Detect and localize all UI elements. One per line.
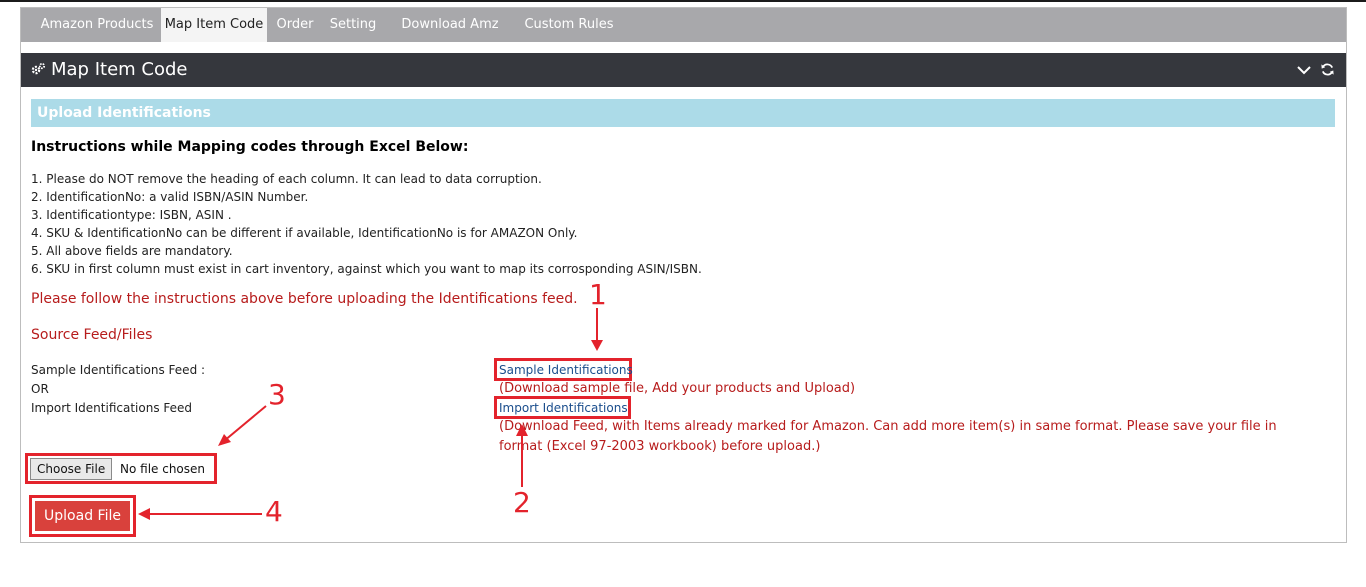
annotation-4: 4 [265,495,283,528]
instruction-item: 5. All above fields are mandatory. [31,244,233,258]
panel-title: Map Item Code [51,59,188,80]
source-title: Source Feed/Files [31,327,153,343]
tab-bar: Amazon Products Map Item Code Order Sett… [21,8,1346,66]
import-identifications-link[interactable]: Import Identifications [499,401,628,415]
or-label: OR [31,382,49,396]
panel-header: Map Item Code [21,53,1346,87]
sample-identifications-link[interactable]: Sample Identifications [499,363,633,377]
instruction-item: 4. SKU & IdentificationNo can be differe… [31,226,578,240]
refresh-icon[interactable] [1320,62,1335,77]
annotation-3: 3 [268,378,286,411]
annotation-2: 2 [513,486,531,519]
sample-feed-label: Sample Identifications Feed : [31,363,206,377]
import-note-line1: (Download Feed, with Items already marke… [499,419,1277,434]
import-feed-label: Import Identifications Feed [31,401,193,415]
instruction-item: 1. Please do NOT remove the heading of e… [31,172,542,186]
upload-file-button[interactable]: Upload File [35,501,130,531]
annotation-1: 1 [589,278,607,311]
instructions-list: 1. Please do NOT remove the heading of e… [31,170,702,278]
instruction-item: 6. SKU in first column must exist in car… [31,262,702,276]
tab-map-item-code[interactable]: Map Item Code [161,8,267,42]
tab-amazon-products[interactable]: Amazon Products [35,8,159,42]
section-header-label: Upload Identifications [37,105,211,121]
tab-custom-rules[interactable]: Custom Rules [521,8,617,42]
import-note-line2: format (Excel 97-2003 workbook) before u… [499,439,821,454]
choose-file-button[interactable]: Choose File [30,458,113,480]
chevron-down-icon[interactable] [1297,63,1311,77]
instructions-title: Instructions while Mapping codes through… [31,139,469,155]
warning-text: Please follow the instructions above bef… [31,291,578,307]
instruction-item: 3. Identificationtype: ISBN, ASIN . [31,208,232,222]
tab-order[interactable]: Order [271,8,319,42]
section-header: Upload Identifications [31,99,1335,127]
file-status: No file chosen [120,462,206,476]
gears-icon [31,62,46,75]
instruction-item: 2. IdentificationNo: a valid ISBN/ASIN N… [31,190,309,204]
file-input[interactable]: Choose File No file chosen [30,458,210,480]
top-border [0,0,1366,2]
tab-setting[interactable]: Setting [325,8,381,42]
main-panel: Amazon Products Map Item Code Order Sett… [20,7,1347,543]
tab-download-amz-data[interactable]: Download Amz data [385,8,515,66]
